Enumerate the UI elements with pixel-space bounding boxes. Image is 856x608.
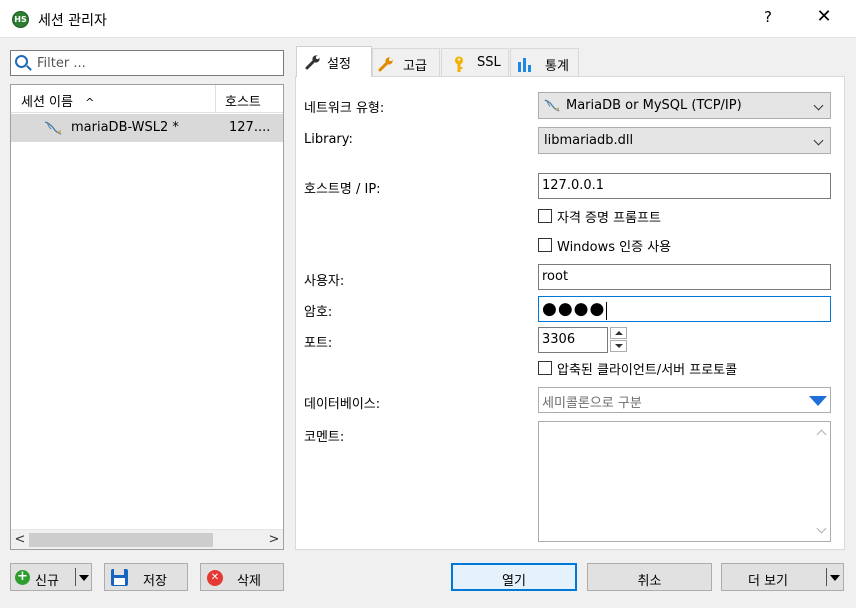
user-input[interactable]: root [538,264,831,290]
scroll-down-icon[interactable] [816,523,827,534]
user-label: 사용자: [304,274,345,289]
open-button[interactable]: 열기 [451,563,577,591]
save-button-label: 저장 [143,574,167,589]
more-button-label: 더 보기 [748,574,789,589]
wrench-icon [305,55,320,70]
window-title: 세션 관리자 [38,13,107,29]
tab-label: 고급 [403,59,427,74]
key-icon [455,56,463,72]
help-button[interactable]: ? [758,8,778,26]
session-list[interactable]: 세션 이름 ^ 호스트 mariaDB-WSL2 * 127.... < > [10,84,284,550]
database-placeholder: 세미콜론으로 구분 [542,396,642,411]
prompt-credentials-label: 자격 증명 프롬프트 [557,211,661,226]
save-button[interactable]: 저장 [104,563,188,591]
database-select[interactable]: 세미콜론으로 구분 [538,387,831,413]
tab-label: 설정 [327,57,351,72]
filter-box [10,50,284,76]
column-header-label: 세션 이름 [21,95,73,110]
app-icon: HS [12,11,29,28]
dropdown-triangle-icon[interactable] [809,396,827,406]
delete-button-label: 삭제 [237,574,261,589]
tab-advanced[interactable]: 고급 [372,48,440,76]
database-label: 데이터베이스: [304,397,381,412]
password-mask: ●●●● [542,299,606,319]
column-header-session-name[interactable]: 세션 이름 ^ [11,85,216,113]
password-input[interactable]: ●●●● [538,296,831,322]
delete-button[interactable]: ✕ 삭제 [200,563,284,591]
horizontal-scrollbar[interactable]: < > [11,529,283,549]
tab-statistics[interactable]: 통계 [510,48,579,76]
chevron-down-icon [813,135,824,146]
title-bar [0,0,856,38]
split-divider [826,568,827,586]
scroll-up-icon[interactable] [816,429,827,440]
library-select[interactable]: libmariadb.dll [538,127,831,154]
session-host: 127.... [229,120,271,135]
scroll-left-button[interactable]: < [11,531,29,549]
compressed-protocol-checkbox[interactable] [538,361,552,375]
comment-textarea[interactable] [538,421,831,542]
filter-input[interactable] [35,53,275,73]
cancel-button[interactable]: 취소 [587,563,712,591]
port-stepper[interactable] [610,327,627,353]
port-label: 포트: [304,336,333,351]
delete-icon: ✕ [207,570,223,586]
dropdown-arrow-icon[interactable] [830,575,840,581]
stepper-down-icon[interactable] [610,340,627,352]
library-label: Library: [304,132,353,147]
new-button-label: 신규 [35,574,59,589]
text-caret [606,301,608,320]
host-label: 호스트명 / IP: [304,182,381,197]
windows-auth-checkbox[interactable] [538,238,552,252]
scrollbar-thumb[interactable] [29,533,213,547]
floppy-disk-icon [111,569,128,586]
plus-icon: + [15,570,30,585]
compressed-protocol-label: 압축된 클라이언트/서버 프로토콜 [557,363,738,378]
comment-label: 코멘트: [304,430,345,445]
network-type-label: 네트워크 유형: [304,101,385,116]
network-type-value: MariaDB or MySQL (TCP/IP) [566,98,742,113]
bar-chart-icon [518,58,531,72]
host-input[interactable]: 127.0.0.1 [538,173,831,199]
tab-ssl[interactable]: SSL [441,48,509,76]
network-type-select[interactable]: MariaDB or MySQL (TCP/IP) [538,92,831,119]
dropdown-arrow-icon[interactable] [79,575,89,581]
sort-ascending-icon: ^ [85,96,95,109]
wrench-icon [378,57,393,72]
tab-label: SSL [477,55,501,70]
more-button[interactable]: 더 보기 [721,563,844,591]
dolphin-icon [44,121,62,135]
split-divider [75,568,76,586]
search-icon [15,55,28,68]
library-value: libmariadb.dll [544,133,634,148]
scroll-right-button[interactable]: > [265,531,283,549]
tab-label: 통계 [545,59,569,74]
windows-auth-label: Windows 인증 사용 [557,240,672,255]
column-header-host[interactable]: 호스트 [216,85,283,113]
prompt-credentials-checkbox[interactable] [538,209,552,223]
session-row[interactable]: mariaDB-WSL2 * 127.... [11,114,283,142]
tab-settings[interactable]: 설정 [296,46,372,77]
session-name: mariaDB-WSL2 * [71,120,179,135]
port-input[interactable]: 3306 [538,327,608,353]
password-label: 암호: [304,305,333,320]
stepper-up-icon[interactable] [610,327,627,339]
close-button[interactable]: ✕ [814,6,834,27]
dolphin-icon [544,99,560,112]
chevron-down-icon [813,100,824,111]
new-session-button[interactable]: + 신규 [10,563,92,591]
